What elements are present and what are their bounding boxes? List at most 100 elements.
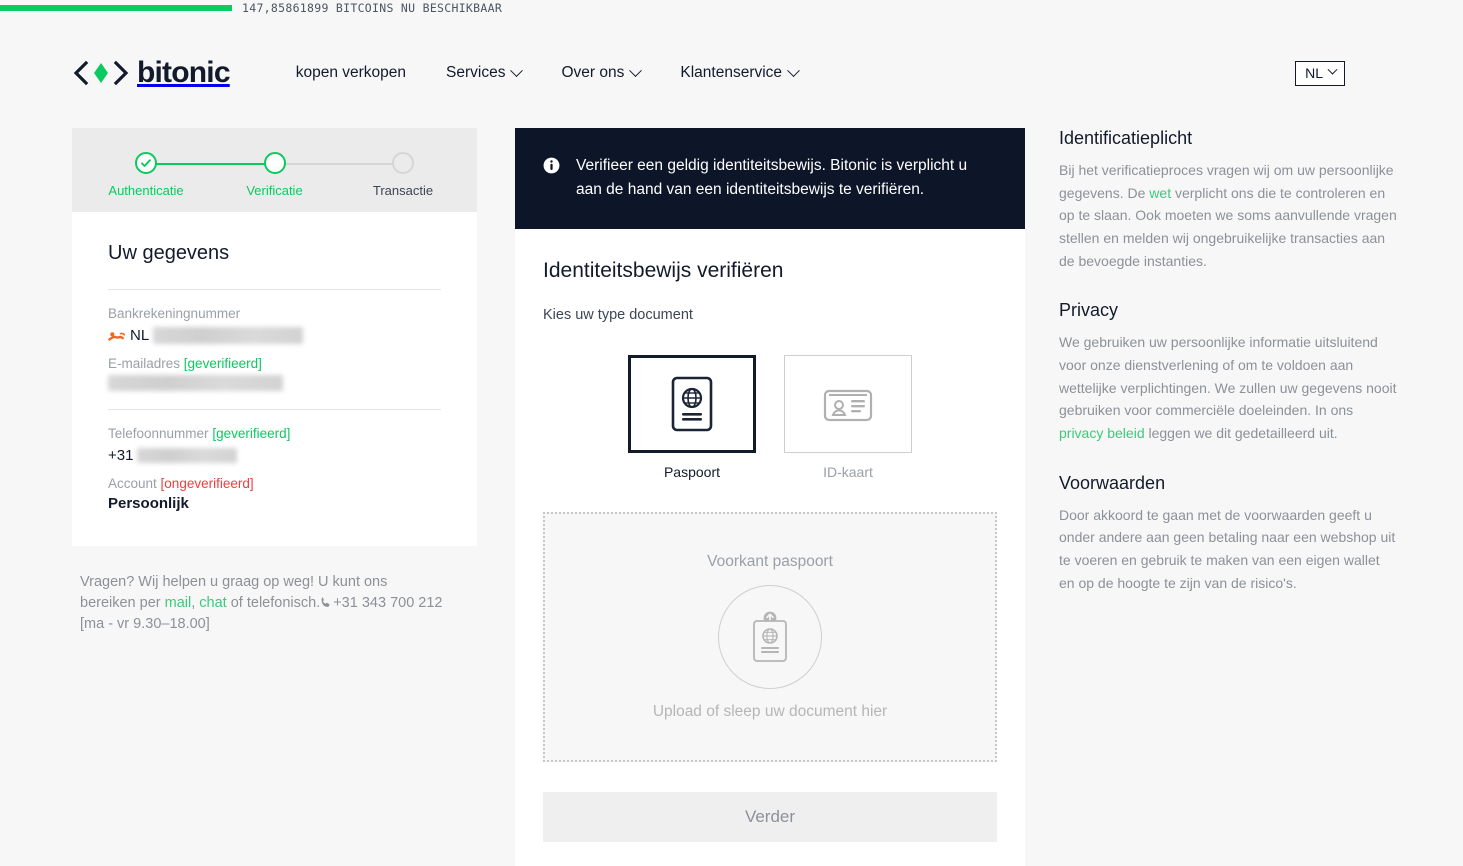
bank-account-redacted: [153, 327, 304, 344]
notice-text: Verifieer een geldig identiteitsbewijs. …: [576, 157, 968, 198]
email-redacted: [108, 375, 283, 391]
step-label: Verificatie: [246, 183, 303, 198]
aside-body: Bij het verificatieproces vragen wij om …: [1059, 159, 1397, 272]
step-label: Authenticatie: [108, 183, 184, 198]
details-title: Uw gegevens: [108, 242, 230, 264]
progress-stepper: Authenticatie Verificatie Transactie: [72, 128, 477, 212]
doc-type-prompt: Kies uw type document: [543, 307, 693, 324]
doc-type-id-card[interactable]: ID-kaart: [784, 355, 912, 480]
main-navigation: kopen verkopen Services Over ons Klanten…: [296, 58, 800, 88]
user-details-card: Uw gegevens Bankrekeningnummer NL E-mail…: [72, 212, 477, 546]
bank-account-value: NL: [108, 325, 441, 346]
aside-block-privacy: Privacy We gebruiken uw persoonlijke inf…: [1059, 300, 1397, 444]
doc-type-id-card-label: ID-kaart: [823, 464, 873, 481]
step-label: Transactie: [372, 183, 434, 198]
stepper-steps: Authenticatie Verificatie Transactie: [106, 152, 443, 198]
bitonic-logo[interactable]: bitonic: [72, 56, 231, 90]
doc-type-id-card-box: [784, 355, 912, 454]
help-line-2-post: of telefonisch.: [226, 595, 321, 612]
nav-label: Services: [446, 64, 506, 81]
site-header: bitonic kopen verkopen Services Over ons…: [0, 18, 1463, 128]
aside-block-voorwaarden: Voorwaarden Door akkoord te gaan met de …: [1059, 473, 1397, 595]
chevron-down-icon: [510, 63, 524, 77]
help-line-2-pre: bereiken per: [80, 595, 165, 612]
main-column: Verifieer een geldig identiteitsbewijs. …: [515, 128, 1025, 866]
help-line-1: Vragen? Wij helpen u graag op weg! U kun…: [80, 574, 388, 590]
chat-link[interactable]: chat: [199, 595, 226, 611]
account-label-text: Account: [108, 476, 157, 491]
step-dot-current: [263, 152, 286, 174]
aside-title: Privacy: [1059, 300, 1119, 321]
nav-item-over-ons[interactable]: Over ons: [561, 58, 643, 88]
language-selector[interactable]: NL: [1295, 60, 1345, 86]
phone-status-badge: [geverifieerd]: [212, 426, 291, 441]
language-value: NL: [1305, 64, 1323, 81]
nav-item-klantenservice[interactable]: Klantenservice: [680, 58, 800, 88]
id-card-icon: [823, 389, 873, 422]
support-help-text: Vragen? Wij helpen u graag op weg! U kun…: [72, 546, 477, 635]
email-value: [108, 375, 441, 391]
nav-item-services[interactable]: Services: [446, 58, 524, 88]
dropzone-title: Voorkant paspoort: [707, 553, 833, 571]
divider: [108, 289, 441, 290]
divider: [108, 409, 441, 410]
doc-type-passport-box: [628, 355, 756, 454]
phone-icon: [321, 597, 330, 607]
stepper-step-verificatie[interactable]: Verificatie: [235, 152, 315, 198]
doc-type-passport[interactable]: Paspoort: [628, 355, 756, 480]
account-type-value: Persoonlijk: [108, 495, 189, 512]
ticker-label: 147,85861899 BITCOINS NU BESCHIKBAAR: [242, 1, 503, 15]
nav-label: Over ons: [561, 64, 625, 81]
nav-label: Klantenservice: [680, 64, 783, 81]
doc-type-passport-label: Paspoort: [663, 464, 721, 481]
availability-ticker: 147,85861899 BITCOINS NU BESCHIKBAAR: [0, 0, 1463, 18]
info-sidebar: Identificatieplicht Bij het verificatiep…: [1059, 128, 1397, 622]
account-label: Account [ongeverifieerd]: [108, 476, 441, 491]
phone-value: +31: [108, 445, 441, 466]
ticker-progress-bar: [0, 5, 232, 11]
dropzone-icon-circle: [718, 585, 822, 690]
aside-body: We gebruiken uw persoonlijke informatie …: [1059, 331, 1397, 444]
phone-prefix: +31: [108, 447, 134, 464]
account-status-badge: [ongeverifieerd]: [160, 476, 254, 491]
left-column: Authenticatie Verificatie Transactie Uw …: [72, 128, 477, 635]
chevron-down-icon: [787, 63, 800, 77]
verification-notice-banner: Verifieer een geldig identiteitsbewijs. …: [515, 128, 1025, 230]
aside-text-post: leggen we dit gedetailleerd uit.: [1144, 425, 1338, 442]
passport-icon: [671, 376, 713, 432]
check-icon: [141, 159, 151, 167]
stepper-step-authenticatie[interactable]: Authenticatie: [106, 152, 186, 198]
aside-block-identificatieplicht: Identificatieplicht Bij het verificatiep…: [1059, 128, 1397, 272]
verification-panel: Identiteitsbewijs verifiëren Kies uw typ…: [515, 229, 1025, 866]
bank-icon: [108, 332, 126, 341]
continue-button[interactable]: Verder: [543, 792, 997, 843]
privacy-beleid-link[interactable]: privacy beleid: [1059, 425, 1145, 441]
mail-link[interactable]: mail: [165, 595, 192, 611]
stepper-step-transactie[interactable]: Transactie: [363, 152, 443, 198]
chevron-down-icon: [1327, 64, 1338, 75]
aside-body: Door akkoord te gaan met de voorwaarden …: [1059, 504, 1397, 595]
document-type-选择 selector: Paspoort ID-kaart: [543, 355, 997, 480]
email-status-badge: [geverifieerd]: [183, 356, 262, 371]
help-phone-number: +31 343 700 212: [333, 595, 443, 612]
aside-text-pre: Door akkoord te gaan met de voorwaarden …: [1059, 506, 1396, 591]
info-icon: [543, 157, 560, 174]
help-hours: [ma - vr 9.30–18.00]: [80, 616, 210, 633]
nav-label: kopen verkopen: [295, 64, 407, 81]
email-label-text: E-mailadres: [108, 356, 181, 371]
aside-text-pre: We gebruiken uw persoonlijke informatie …: [1059, 334, 1397, 419]
aside-title: Identificatieplicht: [1059, 128, 1193, 148]
bank-account-label: Bankrekeningnummer: [108, 306, 241, 321]
wet-link[interactable]: wet: [1149, 185, 1171, 201]
page-title: Identiteitsbewijs verifiëren: [543, 259, 784, 283]
bitonic-wordmark: bitonic: [137, 56, 231, 89]
page-content: Authenticatie Verificatie Transactie Uw …: [0, 128, 1463, 866]
email-label: E-mailadres [geverifieerd]: [108, 356, 441, 371]
dropzone-hint: Upload of sleep uw document hier: [652, 703, 888, 721]
aside-title: Voorwaarden: [1059, 472, 1166, 493]
step-dot-done: [135, 152, 157, 174]
nav-item-kopen-verkopen[interactable]: kopen verkopen: [296, 58, 406, 88]
phone-label: Telefoonnummer [geverifieerd]: [108, 426, 441, 441]
document-dropzone[interactable]: Voorkant paspoort Upload of sleep uw doc…: [543, 512, 997, 763]
step-dot-todo: [392, 152, 414, 174]
